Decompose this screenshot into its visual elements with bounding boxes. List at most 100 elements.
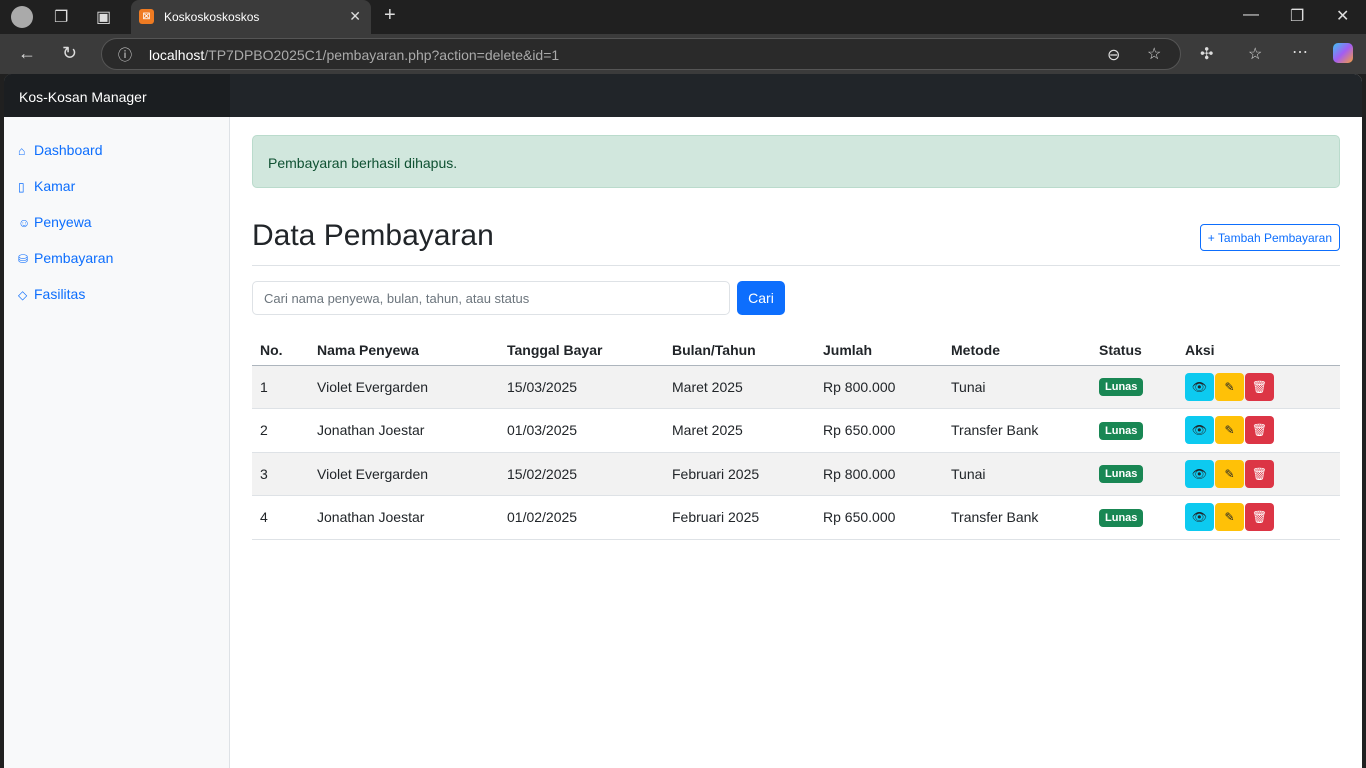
add-payment-button[interactable]: + Tambah Pembayaran <box>1199 224 1340 251</box>
success-alert: Pembayaran berhasil dihapus. <box>252 135 1340 188</box>
table-cell: Maret 2025 <box>664 408 815 453</box>
actions-cell: 👁 ✎ 🗑 <box>1177 452 1340 496</box>
table-cell: Lunas <box>1091 452 1177 496</box>
status-badge: Lunas <box>1099 421 1144 440</box>
zoom-icon[interactable]: ⊖ <box>1107 45 1120 65</box>
view-button[interactable]: 👁 <box>1185 459 1214 488</box>
pencil-icon: ✎ <box>1224 379 1235 394</box>
status-badge: Lunas <box>1099 508 1144 527</box>
sidebar-item-label: Dashboard <box>34 142 103 158</box>
column-header: Jumlah <box>815 335 943 366</box>
column-header: Nama Penyewa <box>309 335 499 366</box>
actions-cell: 👁 ✎ 🗑 <box>1177 365 1340 409</box>
browser-tab[interactable]: ⊠ Koskoskoskoskos ✕ <box>131 0 371 34</box>
tab-title: Koskoskoskoskos <box>164 10 260 24</box>
delete-button[interactable]: 🗑 <box>1245 459 1274 488</box>
url-host: localhost <box>149 47 205 63</box>
url-path: /TP7DPBO2025C1/pembayaran.php?action=del… <box>204 47 560 63</box>
delete-button[interactable]: 🗑 <box>1245 503 1274 532</box>
sidebar-item-dashboard[interactable]: ⌂ Dashboard <box>18 142 103 158</box>
minimize-icon[interactable]: — <box>1243 6 1259 24</box>
table-cell: Lunas <box>1091 408 1177 453</box>
close-tab-icon[interactable]: ✕ <box>349 8 361 25</box>
brand[interactable]: Kos-Kosan Manager <box>4 74 230 117</box>
restore-icon[interactable]: ❐ <box>1290 6 1304 26</box>
table-cell: 2 <box>252 408 309 453</box>
more-icon[interactable]: ⋯ <box>1292 42 1308 62</box>
navbar: Kos-Kosan Manager <box>4 74 1362 117</box>
actions-cell: 👁 ✎ 🗑 <box>1177 495 1340 540</box>
search-button[interactable]: Cari <box>737 281 785 315</box>
door-icon: ▯ <box>18 180 25 194</box>
site-info-icon[interactable]: ⓘ <box>118 45 132 65</box>
close-window-icon[interactable]: ✕ <box>1336 6 1349 26</box>
table-row: 2 Jonathan Joestar 01/03/2025 Maret 2025 Rp … <box>252 408 1340 453</box>
edit-button[interactable]: ✎ <box>1215 372 1244 401</box>
trash-icon: 🗑 <box>1251 466 1268 481</box>
search-input[interactable]: Cari nama penyewa, bulan, tahun, atau st… <box>252 281 730 315</box>
sidebar-item-pembayaran[interactable]: ⛁ Pembayaran <box>18 250 113 266</box>
view-button[interactable]: 👁 <box>1185 416 1214 445</box>
favorites-icon[interactable]: ☆ <box>1248 44 1262 64</box>
delete-button[interactable]: 🗑 <box>1245 416 1274 445</box>
xampp-favicon-icon: ⊠ <box>139 9 154 24</box>
trash-icon: 🗑 <box>1251 510 1268 525</box>
table-cell: 1 <box>252 365 309 409</box>
edit-button[interactable]: ✎ <box>1215 459 1244 488</box>
back-icon[interactable]: ← <box>18 43 36 64</box>
status-badge: Lunas <box>1099 378 1144 397</box>
extensions-icon[interactable]: ✣ <box>1200 44 1213 64</box>
edit-button[interactable]: ✎ <box>1215 416 1244 445</box>
workspaces-icon[interactable]: ❐ <box>54 7 68 27</box>
table-row: 4 Jonathan Joestar 01/02/2025 Februari 2025… <box>252 495 1340 540</box>
sidebar-item-kamar[interactable]: ▯ Kamar <box>18 178 75 194</box>
actions-cell: 👁 ✎ 🗑 <box>1177 408 1340 453</box>
divider <box>252 265 1340 266</box>
table-cell: Rp 650.000 <box>815 495 943 540</box>
column-header: Metode <box>943 335 1091 366</box>
sidebar-item-penyewa[interactable]: ☺ Penyewa <box>18 214 92 230</box>
refresh-icon[interactable]: ↻ <box>62 43 77 64</box>
table-cell: Lunas <box>1091 365 1177 409</box>
view-button[interactable]: 👁 <box>1185 372 1214 401</box>
page-title: Data Pembayaran <box>252 219 494 252</box>
table-cell: Violet Evergarden <box>309 365 499 409</box>
table-cell: 01/03/2025 <box>499 408 664 453</box>
profile-avatar[interactable] <box>11 6 33 28</box>
eye-icon: 👁 <box>1191 379 1208 394</box>
table-cell: Tunai <box>943 365 1091 409</box>
view-button[interactable]: 👁 <box>1185 503 1214 532</box>
web-page: Kos-Kosan Manager ⌂ Dashboard ▯ Kamar ☺ Pen… <box>4 74 1362 768</box>
favorite-star-icon[interactable]: ☆ <box>1147 44 1161 64</box>
table-cell: 3 <box>252 452 309 496</box>
url-bar[interactable]: ⓘ localhost/TP7DPBO2025C1/pembayaran.php… <box>101 38 1181 70</box>
cash-coin-icon: ⛁ <box>18 252 29 266</box>
box-icon: ◇ <box>18 288 28 302</box>
table-cell: 15/03/2025 <box>499 365 664 409</box>
column-header: No. <box>252 335 309 366</box>
eye-icon: 👁 <box>1191 423 1208 438</box>
tab-actions-icon[interactable]: ▣ <box>96 7 111 27</box>
new-tab-icon[interactable]: + <box>384 4 396 27</box>
eye-icon: 👁 <box>1191 510 1208 525</box>
payments-table: No. Nama Penyewa Tanggal Bayar Bulan/Tahun J… <box>252 335 1340 540</box>
edit-button[interactable]: ✎ <box>1215 503 1244 532</box>
sidebar-item-fasilitas[interactable]: ◇ Fasilitas <box>18 286 85 302</box>
table-cell: Tunai <box>943 452 1091 496</box>
house-icon: ⌂ <box>18 144 26 158</box>
table-cell: 01/02/2025 <box>499 495 664 540</box>
eye-icon: 👁 <box>1191 466 1208 481</box>
sidebar-item-label: Penyewa <box>34 214 92 230</box>
trash-icon: 🗑 <box>1251 379 1268 394</box>
tab-bar: ❐ ▣ ⊠ Koskoskoskoskos ✕ + — ❐ ✕ <box>0 0 1366 34</box>
table-cell: Rp 650.000 <box>815 408 943 453</box>
table-cell: Jonathan Joestar <box>309 495 499 540</box>
trash-icon: 🗑 <box>1251 423 1268 438</box>
copilot-icon[interactable] <box>1333 43 1353 63</box>
table-cell: Violet Evergarden <box>309 452 499 496</box>
pencil-icon: ✎ <box>1224 423 1235 438</box>
delete-button[interactable]: 🗑 <box>1245 372 1274 401</box>
column-header: Status <box>1091 335 1177 366</box>
column-header: Aksi <box>1177 335 1340 366</box>
table-cell: Februari 2025 <box>664 495 815 540</box>
